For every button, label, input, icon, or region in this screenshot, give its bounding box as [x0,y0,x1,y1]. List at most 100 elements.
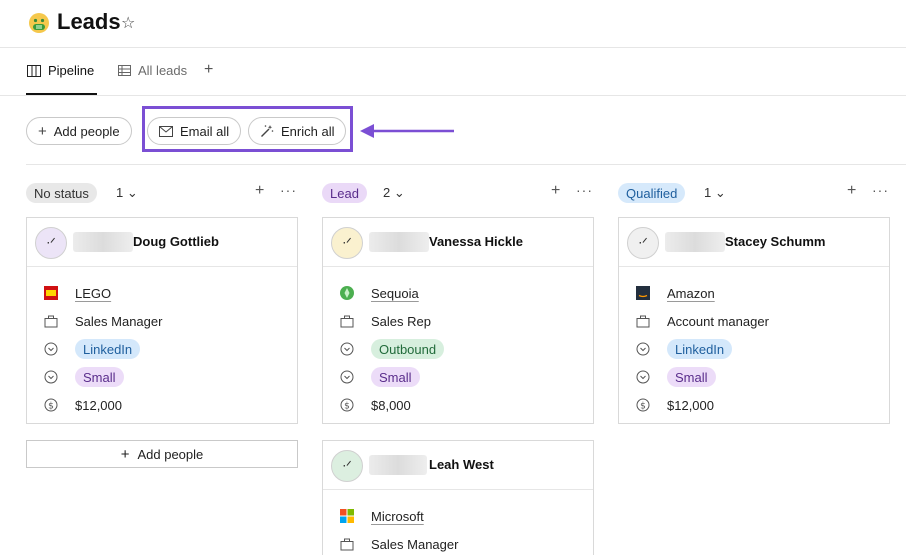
company-row: LEGO [27,279,297,307]
lead-card[interactable]: ᐧᐟ Leah West Microsoft Sales Manager [322,440,594,555]
add-tab-icon[interactable]: + [204,61,213,79]
company-name[interactable]: Amazon [667,286,715,301]
lead-card[interactable]: ᐧᐟ Vanessa Hickle Sequoia Sales Rep Outb… [322,217,594,424]
dollar-circle-icon: $ [636,398,650,412]
role-row: Sales Rep [323,307,593,335]
amount-row: $ $12,000 [27,391,297,419]
column-header-no-status: No status 1 ⌄ + ··· [26,181,298,205]
chevron-down-icon: ⌄ [393,185,405,200]
tab-label: All leads [138,63,188,78]
microsoft-logo-icon [340,509,354,523]
lead-name: Stacey Schumm [725,234,826,249]
svg-text:$: $ [48,402,54,412]
briefcase-icon [340,537,354,551]
role-row: Sales Manager [323,530,593,555]
plus-icon: + [120,445,130,463]
add-people-button[interactable]: + Add people [26,117,132,145]
lead-card[interactable]: ᐧᐟ Stacey Schumm Amazon Account manager … [618,217,890,424]
lead-name: Leah West [429,457,494,472]
size-tag[interactable]: Small [667,367,716,387]
company-name[interactable]: LEGO [75,286,111,301]
source-tag[interactable]: Outbound [371,339,445,359]
source-row: LinkedIn [27,335,297,363]
star-icon[interactable]: ☆ [121,13,135,33]
amount-row: $ $8,000 [323,391,593,419]
column-count[interactable]: 1 ⌄ [116,185,138,201]
avatar: ᐧᐟ [627,227,659,259]
lego-logo-icon [44,286,58,300]
role-text: Sales Rep [371,313,431,329]
briefcase-icon [340,314,354,328]
plus-icon[interactable]: + [255,182,264,200]
source-tag[interactable]: LinkedIn [667,339,733,359]
add-people-row-button[interactable]: + Add people [26,440,298,468]
svg-text:$: $ [640,402,646,412]
size-row: Small [27,363,297,391]
company-name[interactable]: Sequoia [371,286,419,301]
role-text: Sales Manager [371,536,459,552]
chevron-circle-icon [340,342,354,356]
company-row: Amazon [619,279,889,307]
blurred-avatar-text [369,455,427,475]
lead-card[interactable]: ᐧᐟ Doug Gottlieb LEGO Sales Manager Link… [26,217,298,424]
chevron-down-icon: ⌄ [126,185,138,200]
more-icon[interactable]: ··· [872,182,889,198]
tab-pipeline[interactable]: Pipeline [27,63,94,78]
avatar: ᐧᐟ [331,450,363,482]
size-row: Small [619,363,889,391]
briefcase-icon [44,314,58,328]
more-icon[interactable]: ··· [576,182,593,198]
amount-row: $ $12,000 [619,391,889,419]
status-pill[interactable]: Qualified [618,183,686,203]
size-tag[interactable]: Small [75,367,124,387]
plus-icon[interactable]: + [551,182,560,200]
blurred-avatar-text [73,232,133,252]
button-label: Add people [53,123,120,139]
column-header-lead: Lead 2 ⌄ + ··· [322,181,594,205]
amount-text: $12,000 [75,397,122,413]
lead-name: Vanessa Hickle [429,234,523,249]
page-header: Leads ☆ [0,0,906,48]
role-text: Sales Manager [75,313,163,329]
size-tag[interactable]: Small [371,367,420,387]
blurred-avatar-text [369,232,429,252]
amount-text: $8,000 [371,397,411,413]
sequoia-logo-icon [340,286,354,300]
chevron-circle-icon [44,370,58,384]
plus-icon[interactable]: + [847,182,856,200]
view-tabs: Pipeline All leads + [0,48,906,96]
dollar-circle-icon: $ [340,398,354,412]
chevron-circle-icon [44,342,58,356]
role-row: Account manager [619,307,889,335]
role-row: Sales Manager [27,307,297,335]
company-name[interactable]: Microsoft [371,509,424,524]
more-icon[interactable]: ··· [280,182,297,198]
avatar: ᐧᐟ [35,227,67,259]
status-pill[interactable]: Lead [322,183,367,203]
source-row: Outbound [323,335,593,363]
board-icon [27,64,41,77]
source-row: LinkedIn [619,335,889,363]
chevron-circle-icon [636,342,650,356]
tab-all-leads[interactable]: All leads [118,63,187,78]
source-tag[interactable]: LinkedIn [75,339,141,359]
blurred-avatar-text [665,232,725,252]
divider [26,164,906,165]
dollar-circle-icon: $ [44,398,58,412]
status-pill[interactable]: No status [26,183,97,203]
highlight-box [142,106,353,152]
lead-name: Doug Gottlieb [133,234,219,249]
role-text: Account manager [667,313,769,329]
button-label: Add people [137,446,204,462]
plus-icon: + [38,122,47,140]
chevron-circle-icon [636,370,650,384]
size-row: Small [323,363,593,391]
chevron-circle-icon [340,370,354,384]
page-title: Leads [57,9,121,34]
column-count[interactable]: 2 ⌄ [383,185,405,201]
column-count[interactable]: 1 ⌄ [704,185,726,201]
company-row: Microsoft [323,502,593,530]
svg-text:$: $ [344,402,350,412]
table-icon [118,65,131,76]
annotation-arrow [360,124,454,138]
